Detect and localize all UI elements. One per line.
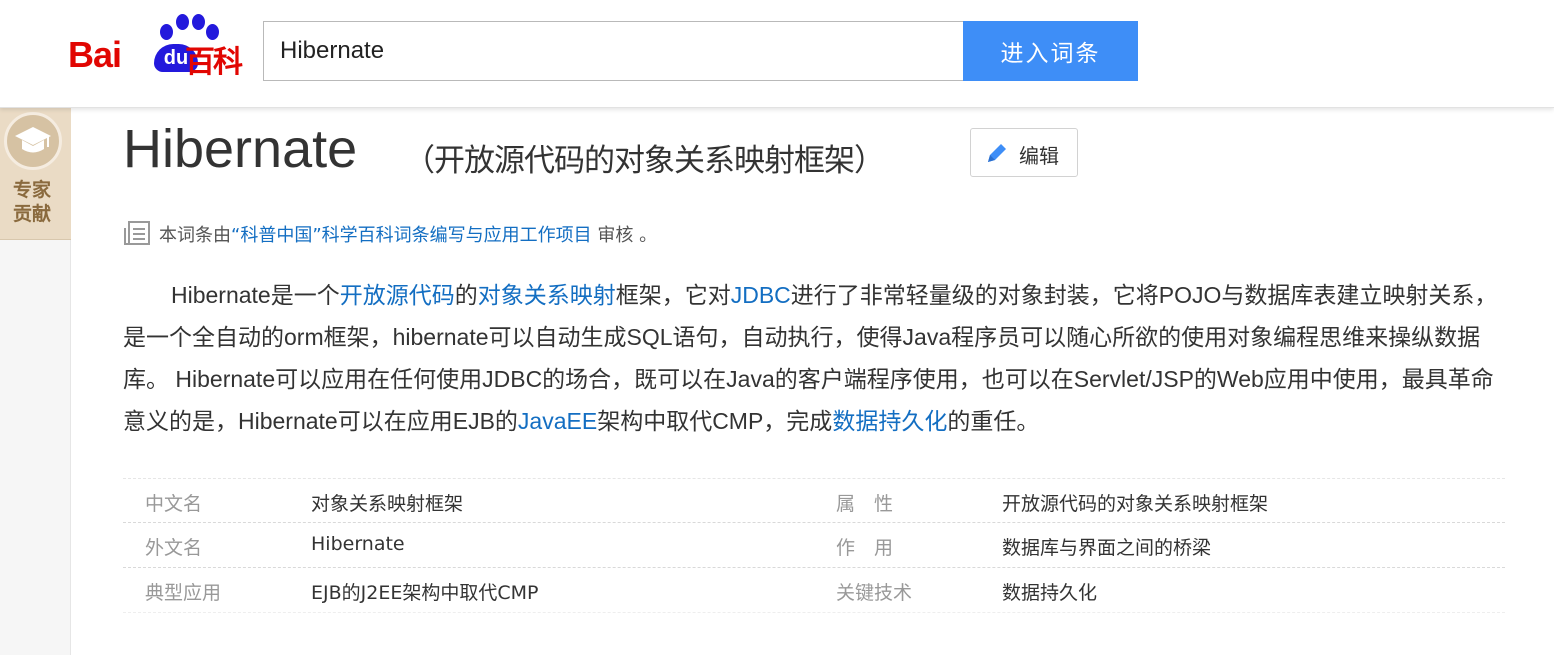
expert-contribution-label: 专家 贡献 — [12, 179, 51, 225]
page-subtitle: （开放源代码的对象关系映射框架） — [404, 143, 885, 179]
info-value: Hibernate — [311, 533, 405, 555]
review-end: 。 — [639, 225, 658, 246]
basic-info-table: 中文名 对象关系映射框架 属 性 开放源代码的对象关系映射框架 外文名 Hibe… — [123, 478, 1505, 613]
review-org-link[interactable]: “科普中国”科学百科词条编写与应用工作项目 — [231, 225, 592, 246]
info-key: 典型应用 — [145, 582, 222, 604]
info-key: 属 性 — [836, 493, 894, 515]
logo-bai-text: Bai — [68, 34, 122, 75]
table-row: 中文名 对象关系映射框架 属 性 开放源代码的对象关系映射框架 — [123, 478, 1505, 523]
summary-text: 框架，它对 — [615, 282, 731, 308]
info-value: 数据库与界面之间的桥梁 — [1002, 537, 1212, 559]
summary-text: 的重任。 — [947, 408, 1040, 434]
link-data-persistence[interactable]: 数据持久化 — [832, 408, 947, 434]
link-jdbc[interactable]: JDBC — [731, 282, 791, 308]
search-input[interactable] — [264, 22, 964, 80]
summary-text: 架构中取代CMP，完成 — [597, 408, 833, 434]
edit-button[interactable]: 编辑 — [970, 128, 1078, 177]
document-icon — [124, 221, 150, 245]
info-value: EJB的J2EE架构中取代CMP — [311, 582, 539, 604]
table-row: 外文名 Hibernate 作 用 数据库与界面之间的桥梁 — [123, 523, 1505, 568]
info-value: 对象关系映射框架 — [311, 493, 464, 515]
data-persistence-link[interactable]: 数据持久化 — [1002, 578, 1097, 605]
info-key: 关键技术 — [836, 582, 913, 604]
link-javaee[interactable]: JavaEE — [518, 408, 597, 434]
info-key: 外文名 — [145, 537, 203, 559]
page-title: Hibernate — [123, 119, 358, 179]
baidu-baike-logo[interactable]: Bai du 百科 — [68, 14, 248, 80]
summary-text: 的 — [454, 282, 478, 308]
top-header: Bai du 百科 进入词条 — [0, 0, 1554, 108]
edit-label: 编辑 — [1019, 144, 1059, 168]
info-value: 开放源代码的对象关系映射框架 — [1002, 493, 1269, 515]
summary-paragraph: Hibernate是一个开放源代码的对象关系映射框架，它对JDBC进行了非常轻量… — [123, 274, 1507, 442]
search-box[interactable] — [263, 21, 964, 81]
info-key: 中文名 — [145, 493, 203, 515]
review-prefix: 本词条由 — [159, 225, 231, 246]
expert-contribution-tab[interactable]: 专家 贡献 — [0, 108, 71, 240]
link-orm[interactable]: 对象关系映射 — [478, 282, 616, 308]
left-sidebar: 专家 贡献 — [0, 108, 71, 655]
pencil-icon — [988, 144, 1006, 162]
link-open-source[interactable]: 开放源代码 — [340, 282, 455, 308]
summary-text: Hibernate是一个 — [171, 282, 340, 308]
info-key: 作 用 — [836, 537, 894, 559]
graduation-cap-icon — [4, 112, 62, 170]
review-suffix: 审核 — [597, 225, 634, 246]
table-row: 典型应用 EJB的J2EE架构中取代CMP 关键技术 数据持久化 — [123, 568, 1505, 613]
enter-entry-button[interactable]: 进入词条 — [963, 21, 1138, 81]
logo-baike-text: 百科 — [185, 45, 243, 80]
